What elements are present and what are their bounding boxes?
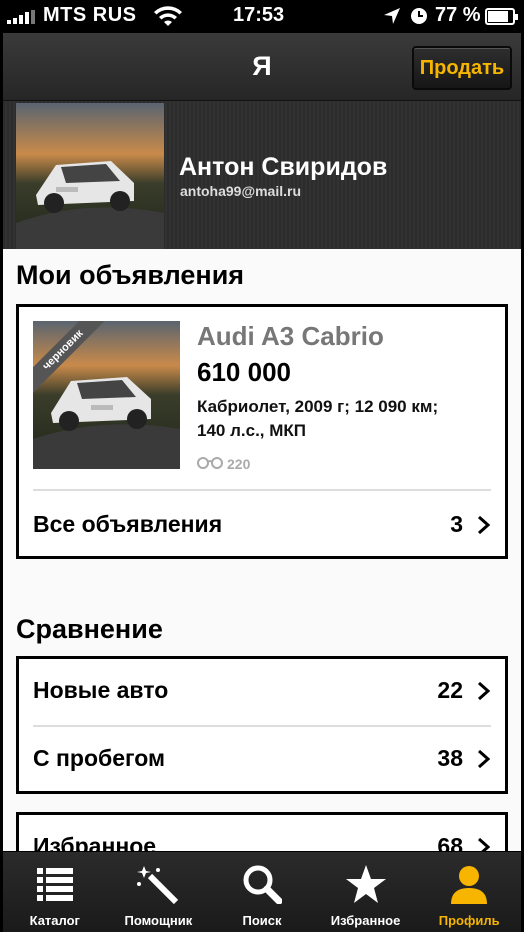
comparison-row-used[interactable]: С пробегом 38 bbox=[33, 727, 493, 791]
magic-wand-icon bbox=[136, 864, 180, 909]
wifi-icon bbox=[153, 6, 183, 34]
row-label: С пробегом bbox=[33, 745, 166, 771]
status-bar: MTS RUS 17:53 77 % bbox=[3, 0, 521, 33]
listing-item[interactable]: черновик Audi A3 Cabrio 610 000 Кабриоле… bbox=[33, 321, 503, 491]
sell-button[interactable]: Продать bbox=[412, 46, 512, 90]
navigation-bar: Я Продать bbox=[3, 33, 521, 101]
listing-title: Audi A3 Cabrio bbox=[197, 321, 384, 351]
search-icon bbox=[242, 864, 283, 909]
views-count: 220 bbox=[227, 455, 251, 472]
tab-label: Каталог bbox=[29, 913, 80, 928]
tab-label: Профиль bbox=[438, 913, 500, 928]
listing-photo: черновик bbox=[33, 321, 180, 469]
all-ads-row[interactable]: Все объявления 3 bbox=[33, 493, 493, 557]
divider bbox=[33, 489, 491, 491]
star-icon bbox=[345, 864, 387, 909]
location-arrow-icon bbox=[383, 7, 401, 31]
row-count: 22 bbox=[437, 677, 463, 703]
list-icon bbox=[35, 864, 75, 909]
app-screen: MTS RUS 17:53 77 % Я Продать Антон Свири… bbox=[3, 0, 521, 932]
chevron-right-icon bbox=[477, 749, 491, 774]
alarm-clock-icon bbox=[410, 7, 428, 31]
listing-price: 610 000 bbox=[197, 357, 291, 387]
clock-time: 17:53 bbox=[233, 4, 285, 26]
chevron-right-icon bbox=[477, 515, 491, 540]
comparison-card: Новые авто 22 С пробегом 38 bbox=[16, 656, 508, 794]
tab-assistant[interactable]: Помощник bbox=[107, 852, 211, 932]
carrier-name: MTS RUS bbox=[43, 4, 137, 26]
tab-label: Помощник bbox=[124, 913, 193, 928]
profile-header[interactable]: Антон Свиридов antoha99@mail.ru bbox=[3, 101, 521, 249]
tab-bar: Каталог Помощник Поиск Избранное Профиль bbox=[3, 851, 521, 932]
listing-views: 220 bbox=[197, 455, 250, 472]
tab-label: Поиск bbox=[242, 913, 282, 928]
all-ads-count: 3 bbox=[450, 511, 463, 537]
tab-label: Избранное bbox=[330, 913, 401, 928]
listing-specs: Кабриолет, 2009 г; 12 090 км; 140 л.с., … bbox=[197, 395, 467, 443]
avatar[interactable] bbox=[16, 103, 164, 249]
user-icon bbox=[449, 864, 489, 909]
my-ads-title: Мои объявления bbox=[16, 260, 245, 290]
battery-percent: 77 % bbox=[435, 4, 481, 26]
profile-email: antoha99@mail.ru bbox=[180, 183, 302, 199]
tab-catalog[interactable]: Каталог bbox=[3, 852, 107, 932]
glasses-icon bbox=[197, 455, 223, 472]
comparison-title: Сравнение bbox=[16, 614, 163, 644]
battery-icon bbox=[485, 8, 518, 25]
comparison-row-new[interactable]: Новые авто 22 bbox=[33, 659, 493, 723]
tab-favorites[interactable]: Избранное bbox=[314, 852, 418, 932]
my-ads-card: черновик Audi A3 Cabrio 610 000 Кабриоле… bbox=[16, 304, 508, 559]
profile-name: Антон Свиридов bbox=[179, 153, 388, 181]
row-count: 38 bbox=[437, 745, 463, 771]
signal-icon bbox=[7, 10, 35, 24]
tab-profile[interactable]: Профиль bbox=[417, 852, 521, 932]
listing-specs-line: Кабриолет, 2009 г; 12 090 км; bbox=[197, 397, 439, 416]
tab-search[interactable]: Поиск bbox=[210, 852, 314, 932]
chevron-right-icon bbox=[477, 681, 491, 706]
row-label: Новые авто bbox=[33, 677, 169, 703]
all-ads-label: Все объявления bbox=[33, 511, 223, 537]
listing-specs-line: 140 л.с., МКП bbox=[197, 421, 306, 440]
